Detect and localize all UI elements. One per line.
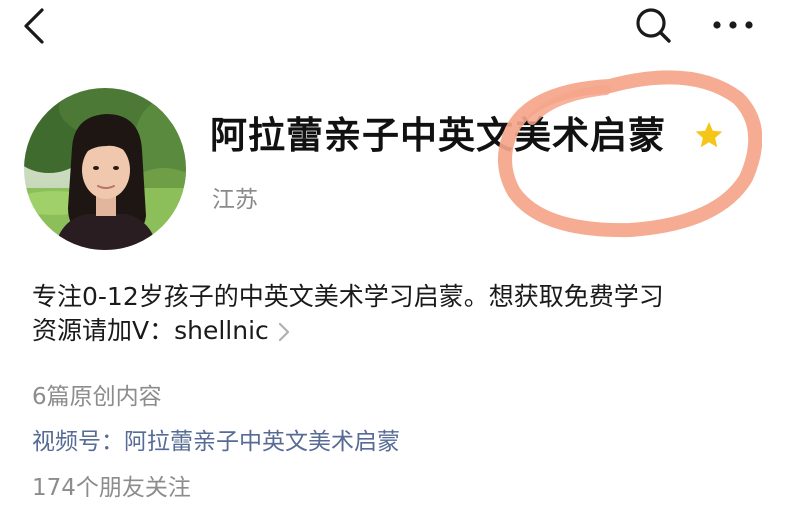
channels-name: 阿拉蕾亲子中英文美术启蒙 bbox=[124, 429, 400, 455]
profile-avatar[interactable] bbox=[24, 88, 186, 250]
top-bar bbox=[0, 0, 792, 56]
original-content-count[interactable]: 6篇原创内容 bbox=[32, 381, 162, 413]
chevron-left-icon bbox=[24, 8, 44, 44]
more-horizontal-icon bbox=[713, 21, 753, 29]
bio-line-1: 专注0-12岁孩子的中英文美术学习启蒙。想获取免费学习 bbox=[32, 282, 664, 311]
star-icon bbox=[694, 120, 724, 150]
region-label: 江苏 bbox=[212, 187, 258, 213]
search-icon bbox=[636, 8, 671, 43]
channels-label: 视频号： bbox=[32, 429, 124, 455]
bio-line-2-text: 资源请加V：shellnic bbox=[32, 316, 269, 345]
search-button[interactable] bbox=[634, 6, 674, 46]
back-button[interactable] bbox=[18, 6, 52, 46]
chevron-right-icon bbox=[278, 322, 289, 342]
channels-link[interactable]: 视频号：阿拉蕾亲子中英文美术启蒙 bbox=[32, 425, 400, 459]
more-button[interactable] bbox=[710, 8, 756, 42]
friends-following-count: 174个朋友关注 bbox=[32, 475, 191, 501]
profile-avatar-photo bbox=[24, 88, 186, 250]
account-name[interactable]: 阿拉蕾亲子中英文美术启蒙 bbox=[210, 112, 666, 160]
bio-line-2: 资源请加V：shellnic bbox=[32, 314, 772, 348]
bio-description[interactable]: 专注0-12岁孩子的中英文美术学习启蒙。想获取免费学习 资源请加V：shelln… bbox=[32, 280, 772, 348]
